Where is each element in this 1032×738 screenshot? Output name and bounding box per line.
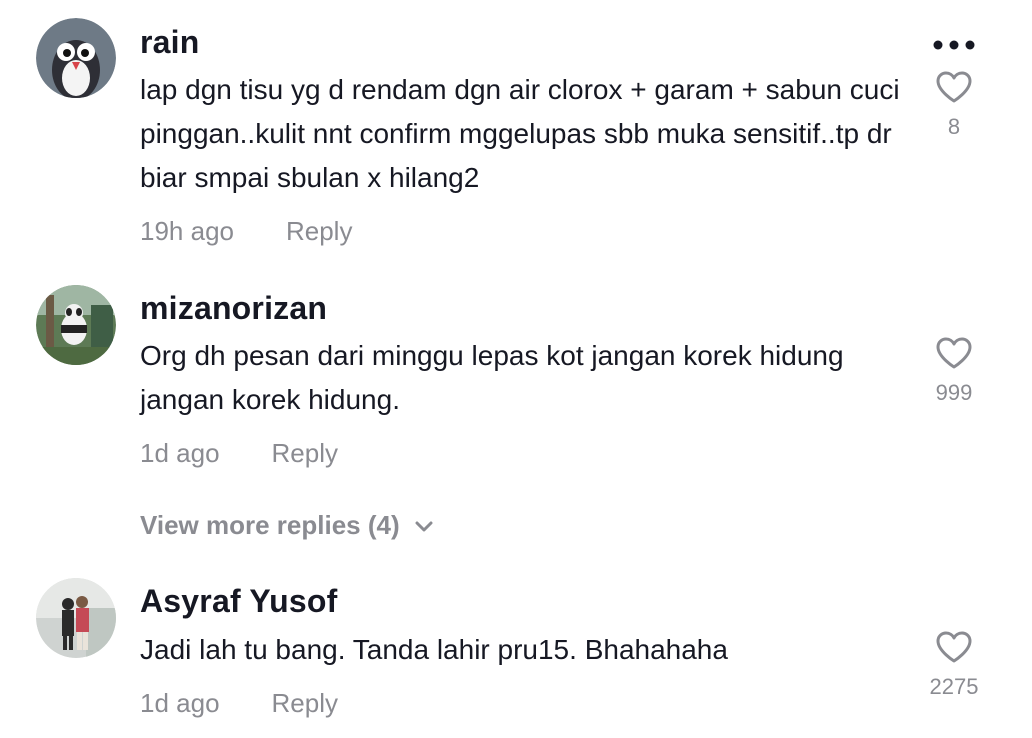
photo-avatar-icon: [36, 578, 116, 658]
heart-icon: [936, 631, 972, 663]
comment-time: 19h ago: [140, 216, 234, 246]
like-count: 8: [947, 114, 961, 139]
comment-username[interactable]: Asyraf Yusof: [140, 583, 337, 620]
heart-icon: [936, 337, 972, 369]
like-button[interactable]: 999: [914, 336, 994, 406]
comment-text: Org dh pesan dari minggu lepas kot janga…: [140, 340, 844, 415]
user-avatar[interactable]: [36, 285, 116, 365]
reply-button[interactable]: Reply: [272, 688, 338, 718]
comment-meta: 1d ago Reply: [140, 438, 338, 469]
like-count: 999: [935, 380, 973, 405]
like-count: 2275: [929, 674, 979, 699]
reply-button[interactable]: Reply: [272, 438, 338, 468]
like-button[interactable]: 2275: [914, 630, 994, 700]
like-button[interactable]: 8: [914, 70, 994, 140]
view-more-replies-label: View more replies (4): [140, 510, 400, 540]
heart-icon: [936, 71, 972, 103]
user-avatar[interactable]: [36, 578, 116, 658]
view-more-replies-button[interactable]: View more replies (4): [140, 510, 434, 541]
more-options-icon[interactable]: [932, 38, 976, 56]
comment-text: lap dgn tisu yg d rendam dgn air clorox …: [140, 74, 900, 193]
photo-avatar-icon: [36, 285, 116, 365]
comment-time: 1d ago: [140, 438, 220, 468]
penguin-avatar-icon: [36, 18, 116, 98]
comment-time: 1d ago: [140, 688, 220, 718]
comment-meta: 1d ago Reply: [140, 688, 338, 719]
comment-username[interactable]: rain: [140, 24, 200, 61]
user-avatar[interactable]: [36, 18, 116, 98]
comment-meta: 19h ago Reply: [140, 216, 352, 247]
comment-username[interactable]: mizanorizan: [140, 290, 327, 327]
comment-text: Jadi lah tu bang. Tanda lahir pru15. Bha…: [140, 634, 728, 665]
chevron-down-icon: [415, 521, 433, 532]
reply-button[interactable]: Reply: [286, 216, 352, 246]
